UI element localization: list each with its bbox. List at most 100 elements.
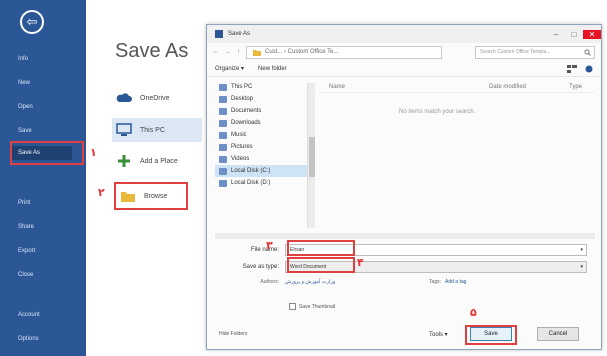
nav-item-desktop[interactable]: Desktop [215, 93, 315, 105]
place-this-pc[interactable]: This PC [112, 118, 202, 142]
computer-icon [116, 123, 132, 136]
search-placeholder: Search Custom Office Templa... [480, 48, 551, 55]
place-label: This PC [140, 126, 165, 134]
back-arrow-icon[interactable]: ⇦ [20, 10, 44, 34]
dialog-titlebar: Save As – □ ✕ [207, 25, 601, 43]
help-icon[interactable] [585, 65, 593, 73]
forward-nav-icon[interactable]: → [225, 49, 231, 55]
file-name-row: File name: Ehsan ▾ [227, 243, 587, 257]
nav-item-label: Desktop [231, 96, 254, 102]
nav-item-label: Pictures [231, 144, 253, 150]
close-button[interactable]: ✕ [583, 29, 601, 39]
nav-scrollbar[interactable] [307, 83, 315, 228]
save-thumbnail-checkbox[interactable] [289, 303, 296, 310]
up-nav-icon[interactable]: ↑ [237, 49, 240, 55]
maximize-button[interactable]: □ [565, 30, 583, 39]
save-type-row: Save as type: Word Document ▾ [227, 260, 587, 274]
step-marker-2: ۲ [98, 186, 105, 199]
page-title: Save As [115, 40, 189, 62]
folder-icon [253, 49, 261, 56]
tools-button[interactable]: Tools ▾ [429, 331, 448, 338]
sidebar-item-close[interactable]: Close [12, 268, 72, 282]
search-icon [584, 49, 591, 56]
sidebar-item-save[interactable]: Save [12, 124, 72, 138]
dialog-footer: Hide Folders Tools ▾ Save Cancel [207, 321, 601, 349]
command-bar: Organize ▾ New folder [207, 61, 601, 77]
back-nav-icon[interactable]: ← [213, 49, 219, 55]
hide-folders-toggle[interactable]: Hide Folders [219, 331, 247, 337]
sidebar-item-new[interactable]: New [12, 76, 72, 90]
chevron-down-icon[interactable]: ▾ [580, 245, 583, 255]
sidebar-item-share[interactable]: Share [12, 220, 72, 234]
step-marker-1: ۱ [90, 146, 97, 159]
organize-button[interactable]: Organize ▾ [215, 65, 244, 72]
cloud-icon [116, 93, 132, 102]
plus-icon [118, 155, 130, 167]
dialog-title: Save As [228, 31, 251, 37]
column-date-modified[interactable]: Date modified [489, 84, 526, 90]
tags-label: Tags: [429, 279, 441, 285]
save-thumbnail-label: Save Thumbnail [299, 303, 336, 310]
authors-label: Authors: [260, 279, 279, 285]
nav-item-local-disk-c[interactable]: Local Disk (C:) [215, 165, 315, 177]
nav-item-documents[interactable]: Documents [215, 105, 315, 117]
navigation-pane: This PC Desktop Documents Downloads Musi… [215, 81, 315, 231]
save-type-label: Save as type: [242, 264, 279, 270]
address-field[interactable]: Cust... › Custom Office Te... [246, 45, 442, 59]
videos-icon [219, 155, 227, 163]
word-app-icon [215, 30, 223, 38]
nav-item-pictures[interactable]: Pictures [215, 141, 315, 153]
nav-item-label: Local Disk (D:) [231, 180, 271, 186]
sidebar-item-info[interactable]: Info [12, 52, 72, 66]
place-add-a-place[interactable]: Add a Place [112, 149, 202, 173]
sidebar-item-account[interactable]: Account [12, 308, 72, 322]
column-type[interactable]: Type [569, 84, 582, 90]
metadata-row: Authors: وزارت آموزش و پرورش Tags: Add a… [227, 279, 587, 285]
nav-item-label: Local Disk (C:) [231, 168, 271, 174]
column-name[interactable]: Name [329, 84, 345, 90]
highlight-file-name [287, 240, 355, 256]
place-onedrive[interactable]: OneDrive [112, 86, 202, 110]
chevron-down-icon[interactable]: ▾ [580, 262, 583, 272]
nav-item-videos[interactable]: Videos [215, 153, 315, 165]
authors-value[interactable]: وزارت آموزش و پرورش [285, 279, 415, 285]
address-path: Cust... › Custom Office Te... [265, 49, 339, 55]
highlight-save-button [465, 325, 517, 345]
nav-item-this-pc[interactable]: This PC [215, 81, 315, 93]
nav-item-label: Music [231, 132, 247, 138]
nav-item-label: This PC [231, 84, 253, 90]
backstage-sidebar: ⇦ Info New Open Save Save As Print Share… [0, 0, 86, 356]
scrollbar-thumb[interactable] [309, 137, 315, 177]
drive-icon [219, 179, 227, 187]
file-list-pane: Name Date modified Type No items match y… [319, 81, 595, 231]
file-name-label: File name: [250, 247, 279, 253]
nav-item-local-disk-d[interactable]: Local Disk (D:) [215, 177, 315, 189]
thumbnail-row: Save Thumbnail [289, 303, 335, 310]
sidebar-item-export[interactable]: Export [12, 244, 72, 258]
step-marker-3: ۳ [266, 239, 273, 252]
sidebar-item-print[interactable]: Print [12, 196, 72, 210]
minimize-button[interactable]: – [547, 30, 565, 39]
sidebar-item-options[interactable]: Options [12, 332, 72, 346]
drive-icon [219, 167, 227, 175]
step-marker-5: ۵ [470, 306, 477, 319]
nav-item-label: Downloads [231, 120, 261, 126]
highlight-save-type [287, 257, 355, 273]
desktop-icon [219, 95, 227, 103]
music-icon [219, 131, 227, 139]
documents-icon [219, 107, 227, 115]
highlight-browse [114, 182, 188, 210]
place-label: Add a Place [140, 157, 178, 165]
nav-item-music[interactable]: Music [215, 129, 315, 141]
nav-item-downloads[interactable]: Downloads [215, 117, 315, 129]
new-folder-button[interactable]: New folder [258, 66, 287, 72]
downloads-icon [219, 119, 227, 127]
sidebar-item-open[interactable]: Open [12, 100, 72, 114]
pictures-icon [219, 143, 227, 151]
highlight-save-as [10, 141, 84, 165]
nav-item-label: Documents [231, 108, 262, 114]
view-options-icon[interactable] [567, 64, 577, 73]
search-input[interactable]: Search Custom Office Templa... [475, 45, 595, 59]
tags-value[interactable]: Add a tag [445, 279, 466, 285]
cancel-button[interactable]: Cancel [537, 327, 579, 341]
